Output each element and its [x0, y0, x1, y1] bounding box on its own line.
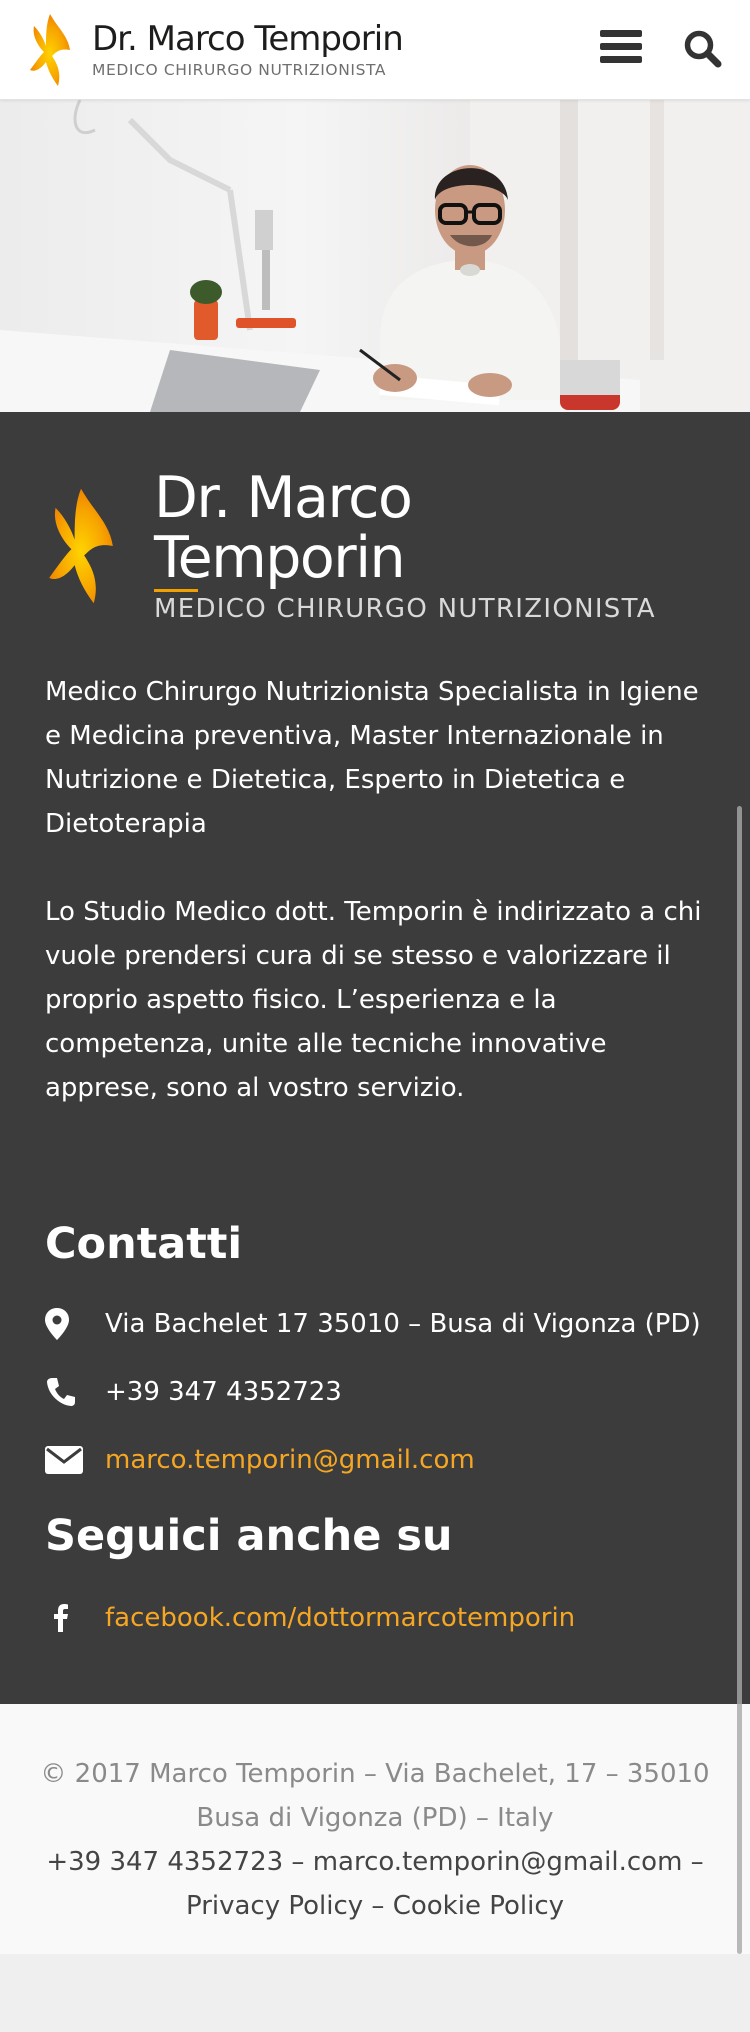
hamburger-menu-icon[interactable] [600, 30, 642, 68]
facebook-icon[interactable] [45, 1598, 85, 1638]
flower-logo-icon [49, 488, 113, 604]
site-header: Dr. Marco Temporin MEDICO CHIRURGO NUTRI… [0, 0, 750, 100]
about-paragraph-credentials: Medico Chirurgo Nutrizionista Specialist… [45, 677, 699, 839]
footer-email-link[interactable]: marco.temporin@gmail.com [313, 1847, 683, 1877]
address-text: Via Bachelet 17 35010 – Busa di Vigonza … [105, 1309, 701, 1339]
copyright-text-block: © 2017 Marco Temporin – Via Bachelet, 17… [40, 1752, 710, 1928]
footer-brand-subtitle: MEDICO CHIRURGO NUTRIZIONISTA [154, 589, 666, 624]
copyright-line: © 2017 Marco Temporin – Via Bachelet, 17… [40, 1759, 710, 1833]
hero-image [0, 100, 750, 412]
brand-subtitle: MEDICO CHIRURGO NUTRIZIONISTA [92, 61, 387, 79]
copyright-footer: © 2017 Marco Temporin – Via Bachelet, 17… [0, 1704, 750, 1954]
separator: – [283, 1847, 313, 1877]
email-link[interactable]: marco.temporin@gmail.com [105, 1445, 475, 1475]
contacts-heading: Contatti [45, 1219, 243, 1269]
page-background [0, 1954, 750, 2032]
phone-text: +39 347 4352723 [105, 1377, 342, 1407]
contact-email[interactable]: marco.temporin@gmail.com [45, 1438, 475, 1482]
map-marker-icon [45, 1304, 85, 1344]
contact-address: Via Bachelet 17 35010 – Busa di Vigonza … [45, 1302, 701, 1346]
phone-icon [45, 1372, 85, 1412]
footer-about-section: Dr. Marco Temporin MEDICO CHIRURGO NUTRI… [0, 412, 750, 1704]
search-icon[interactable] [682, 28, 724, 70]
envelope-icon [45, 1440, 85, 1480]
flower-logo-icon [30, 14, 70, 86]
separator: – [363, 1891, 393, 1921]
social-facebook[interactable]: facebook.com/dottormarcotemporin [45, 1596, 575, 1640]
social-heading: Seguici anche su [45, 1511, 453, 1561]
contact-phone: +39 347 4352723 [45, 1370, 342, 1414]
footer-phone: +39 347 4352723 [46, 1847, 284, 1877]
facebook-link[interactable]: facebook.com/dottormarcotemporin [105, 1603, 575, 1633]
cookie-policy-link[interactable]: Cookie Policy [393, 1891, 564, 1921]
page-scrollbar[interactable] [737, 806, 742, 1954]
footer-logo: Dr. Marco Temporin MEDICO CHIRURGO NUTRI… [46, 468, 666, 624]
separator: – [682, 1847, 704, 1877]
privacy-policy-link[interactable]: Privacy Policy [186, 1891, 363, 1921]
brand-name: Dr. Marco Temporin [92, 19, 404, 59]
site-logo[interactable]: Dr. Marco Temporin MEDICO CHIRURGO NUTRI… [28, 10, 408, 90]
about-paragraph-studio: Lo Studio Medico dott. Temporin è indiri… [45, 897, 702, 1103]
footer-brand-name: Dr. Marco Temporin [154, 465, 413, 591]
